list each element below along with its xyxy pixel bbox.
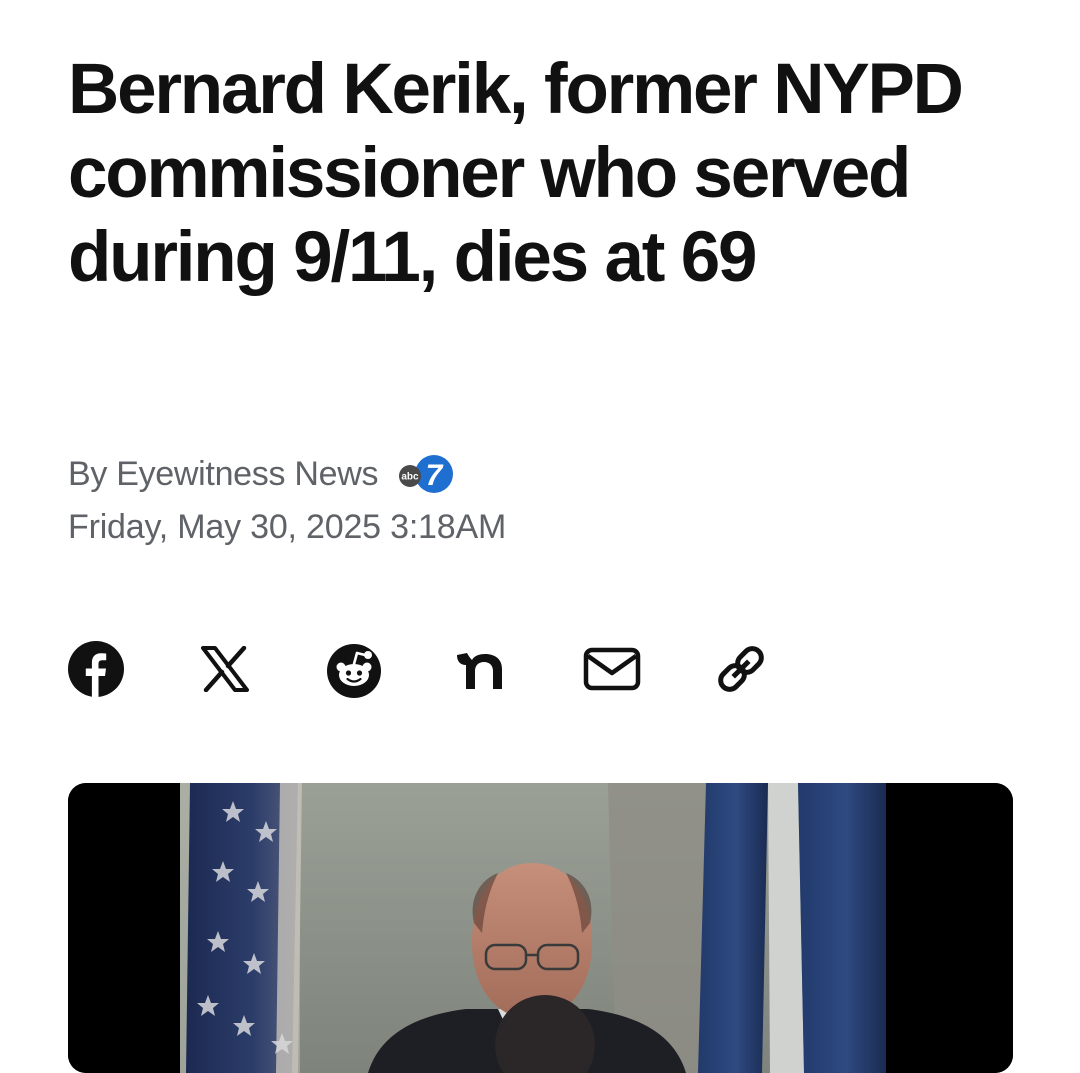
reddit-icon xyxy=(324,639,384,699)
article-video-still[interactable] xyxy=(68,783,1013,1073)
share-facebook-button[interactable] xyxy=(65,638,127,700)
abc7-logo[interactable]: 7 abc xyxy=(390,452,454,496)
byline-row: By Eyewitness News 7 abc xyxy=(68,452,454,496)
share-email-button[interactable] xyxy=(581,638,643,700)
abc7-logo-text: abc xyxy=(402,472,420,483)
facebook-icon xyxy=(67,640,125,698)
share-reddit-button[interactable] xyxy=(323,638,385,700)
nextdoor-icon xyxy=(453,647,513,691)
email-icon xyxy=(583,646,641,692)
abc7-logo-number: 7 xyxy=(426,459,444,492)
article-headline: Bernard Kerik, former NYPD commissioner … xyxy=(68,50,964,297)
share-nextdoor-button[interactable] xyxy=(452,638,514,700)
share-copy-link-button[interactable] xyxy=(710,638,772,700)
link-icon xyxy=(712,640,770,698)
video-still-image xyxy=(68,783,1013,1073)
share-bar xyxy=(68,638,788,700)
share-x-button[interactable] xyxy=(194,638,256,700)
publish-date: Friday, May 30, 2025 3:18AM xyxy=(68,508,507,546)
x-icon xyxy=(200,646,250,692)
byline: By Eyewitness News xyxy=(68,454,379,493)
